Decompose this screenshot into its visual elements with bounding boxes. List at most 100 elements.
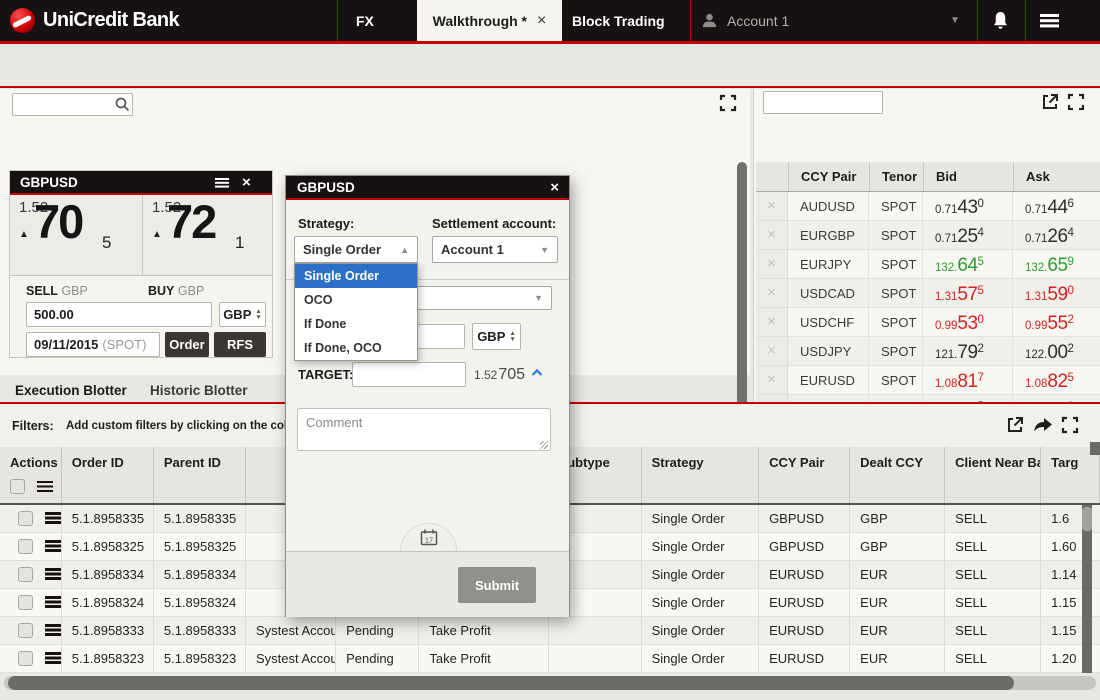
column-dealt-ccy[interactable]: Dealt CCY xyxy=(850,447,945,503)
close-icon[interactable]: × xyxy=(550,179,559,196)
remove-row-icon[interactable]: × xyxy=(756,337,788,365)
column-ask[interactable]: Ask xyxy=(1013,162,1100,191)
column-bid[interactable]: Bid xyxy=(923,162,1013,191)
popout-icon[interactable] xyxy=(1006,416,1024,434)
notifications-bell-icon[interactable] xyxy=(991,10,1010,36)
divider xyxy=(690,0,691,41)
amount-field[interactable]: 500.00 xyxy=(26,302,212,327)
buy-price-tile[interactable]: 1.52 ▲ 72 1 xyxy=(142,195,273,276)
widget-menu-icon[interactable] xyxy=(215,178,229,188)
tab-block-trading[interactable]: Block Trading xyxy=(572,13,665,29)
bid-price-cell[interactable]: 0.71254 xyxy=(923,221,1013,249)
tab-historic-blotter[interactable]: Historic Blotter xyxy=(150,383,248,398)
close-icon[interactable]: × xyxy=(242,174,251,191)
column-actions[interactable]: Actions xyxy=(0,447,62,503)
remove-row-icon[interactable]: × xyxy=(756,221,788,249)
sell-price-tile[interactable]: 1.52 ▲ 70 5 xyxy=(10,195,141,276)
currency-selector[interactable]: GBP ▲▼ xyxy=(472,323,521,350)
row-menu-icon[interactable] xyxy=(45,568,61,579)
select-all-checkbox[interactable] xyxy=(10,479,25,494)
column-ccy-pair[interactable]: CCY Pair xyxy=(759,447,850,503)
column-strategy[interactable]: Strategy xyxy=(642,447,759,503)
main-menu-icon[interactable] xyxy=(1040,14,1059,33)
column-client-near-base[interactable]: Client Near Bas xyxy=(945,447,1041,503)
ask-price-cell[interactable]: 1.31590 xyxy=(1013,279,1100,307)
vertical-scrollbar[interactable] xyxy=(737,162,747,410)
share-icon[interactable] xyxy=(1033,416,1051,434)
row-menu-icon[interactable] xyxy=(45,596,61,607)
comment-field[interactable] xyxy=(297,408,551,451)
column-target[interactable]: Targ xyxy=(1041,447,1100,503)
column-ccy-pair[interactable]: CCY Pair xyxy=(788,162,869,191)
top-bar: UniCredit Bank FX Walkthrough * × Block … xyxy=(0,0,1100,44)
scrollbar-thumb[interactable] xyxy=(1082,507,1092,531)
bid-price-cell[interactable]: 132.645 xyxy=(923,250,1013,278)
spinner-icon[interactable]: ▲▼ xyxy=(509,331,515,343)
ask-price-cell[interactable]: 122.002 xyxy=(1013,337,1100,365)
tab-execution-blotter[interactable]: Execution Blotter xyxy=(15,383,127,398)
fullscreen-icon[interactable] xyxy=(1061,416,1079,434)
ccy-pair-cell: EURUSD xyxy=(759,589,850,616)
target-rate-field[interactable] xyxy=(352,362,466,387)
rfs-button[interactable]: RFS xyxy=(214,332,266,357)
fullscreen-icon[interactable] xyxy=(719,94,737,112)
parent-id-cell: 5.1.8958323 xyxy=(154,645,246,672)
bid-price-cell[interactable]: 121.792 xyxy=(923,337,1013,365)
tab-fx[interactable]: FX xyxy=(356,13,374,29)
remove-row-icon[interactable]: × xyxy=(756,192,788,220)
account-selector[interactable]: Account 1 xyxy=(727,13,789,29)
bid-price-cell[interactable]: 0.71430 xyxy=(923,192,1013,220)
currency-selector[interactable]: GBP ▲▼ xyxy=(219,302,266,327)
scrollbar-thumb[interactable] xyxy=(8,676,1014,690)
vertical-scrollbar[interactable] xyxy=(1082,505,1092,673)
remove-row-icon[interactable]: × xyxy=(756,279,788,307)
ask-price-cell[interactable]: 132.659 xyxy=(1013,250,1100,278)
strategy-option[interactable]: If Done, OCO xyxy=(295,336,417,360)
bid-price-cell[interactable]: 1.31575 xyxy=(923,279,1013,307)
tab-walkthrough[interactable]: Walkthrough * × xyxy=(417,0,562,41)
resize-handle[interactable] xyxy=(540,441,548,449)
strategy-option[interactable]: If Done xyxy=(295,312,417,336)
row-checkbox[interactable] xyxy=(18,623,33,638)
calendar-tab[interactable]: 17 xyxy=(400,523,457,551)
pair-search-input[interactable] xyxy=(763,91,883,114)
row-menu-icon[interactable] xyxy=(45,624,61,635)
remove-row-icon[interactable]: × xyxy=(756,250,788,278)
ask-price-cell[interactable]: 0.71264 xyxy=(1013,221,1100,249)
actions-menu-icon[interactable] xyxy=(37,481,53,493)
popout-icon[interactable] xyxy=(1041,93,1059,111)
dealt-ccy-cell: EUR xyxy=(850,617,945,644)
horizontal-scrollbar[interactable] xyxy=(4,676,1096,690)
row-menu-icon[interactable] xyxy=(45,652,61,663)
value-date-field[interactable]: 09/11/2015(SPOT) xyxy=(26,332,160,357)
market-price[interactable]: 1.52705 xyxy=(474,366,543,384)
strategy-select[interactable]: Single Order ▲ xyxy=(294,236,418,263)
column-tenor[interactable]: Tenor xyxy=(869,162,923,191)
submit-button[interactable]: Submit xyxy=(458,567,536,603)
fullscreen-icon[interactable] xyxy=(1067,93,1085,111)
row-checkbox[interactable] xyxy=(18,539,33,554)
bid-price-cell[interactable]: 0.99530 xyxy=(923,308,1013,336)
ask-price-cell[interactable]: 0.71446 xyxy=(1013,192,1100,220)
close-icon[interactable]: × xyxy=(537,12,546,30)
column-parent-id[interactable]: Parent ID xyxy=(154,447,246,503)
strategy-option[interactable]: OCO xyxy=(295,288,417,312)
chevron-down-icon[interactable]: ▼ xyxy=(950,15,960,26)
column-order-id[interactable]: Order ID xyxy=(62,447,154,503)
row-checkbox[interactable] xyxy=(18,511,33,526)
divider xyxy=(1025,0,1026,41)
settlement-select[interactable]: Account 1 ▼ xyxy=(432,236,558,263)
spinner-icon[interactable]: ▲▼ xyxy=(255,309,261,321)
strategy-option[interactable]: Single Order xyxy=(295,264,417,288)
remove-row-icon[interactable]: × xyxy=(756,308,788,336)
ask-price-cell[interactable]: 0.99552 xyxy=(1013,308,1100,336)
g10-row: ×USDJPYSPOT121.792122.002 xyxy=(756,337,1100,366)
row-menu-icon[interactable] xyxy=(45,540,61,551)
row-menu-icon[interactable] xyxy=(45,512,61,523)
scroll-corner xyxy=(1090,442,1100,455)
row-checkbox[interactable] xyxy=(18,651,33,666)
order-button[interactable]: Order xyxy=(165,332,209,357)
row-checkbox[interactable] xyxy=(18,595,33,610)
row-checkbox[interactable] xyxy=(18,567,33,582)
dialog-titlebar[interactable]: GBPUSD × xyxy=(286,176,569,200)
